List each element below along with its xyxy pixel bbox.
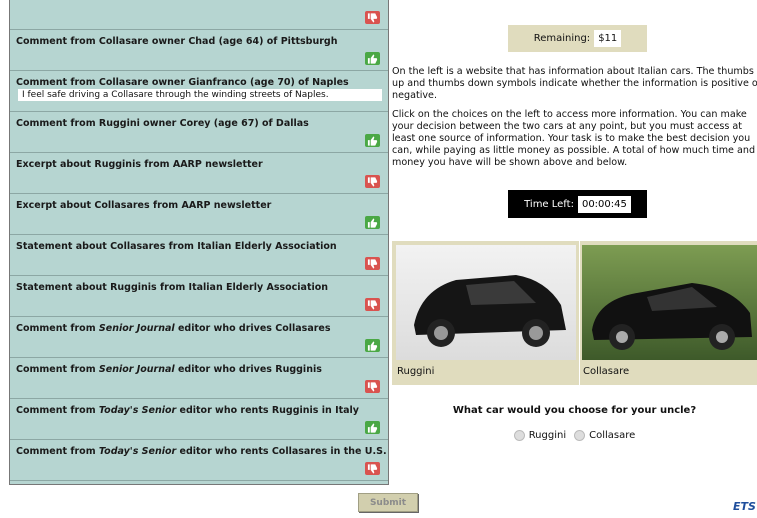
choice-options: Ruggini Collasare <box>392 430 757 441</box>
comment-item[interactable] <box>10 0 388 30</box>
instruction-line: money you have will be shown above and b… <box>392 156 628 168</box>
thumbs-up-icon <box>365 134 380 147</box>
time-left-value: 00:00:45 <box>577 195 631 213</box>
instruction-line: Click on the choices on the left to acce… <box>392 109 747 121</box>
comment-item[interactable]: Comment from Today's Senior editor who r… <box>10 399 388 440</box>
title-text: editor who drives Rugginis <box>174 364 322 375</box>
time-left-label: Time Left: <box>524 198 574 210</box>
instructions-paragraph: Click on the choices on the left to acce… <box>392 109 757 168</box>
thumbs-up-icon <box>365 216 380 229</box>
title-text: editor who drives Collasares <box>174 323 331 334</box>
collasare-radio[interactable]: Collasare <box>574 430 635 441</box>
radio-button[interactable] <box>574 430 586 441</box>
instructions-paragraph: On the left is a website that has inform… <box>392 66 757 101</box>
title-text: Comment from <box>16 323 99 334</box>
comment-item[interactable]: Comment from Today's Senior editor who r… <box>10 440 388 481</box>
comment-title: Comment from Senior Journal editor who d… <box>16 364 322 375</box>
remaining-money-display: Remaining: $11 <box>508 25 647 52</box>
comment-item[interactable]: Comment from Senior Journal editor who d… <box>10 358 388 399</box>
thumbs-down-icon <box>365 298 380 311</box>
comment-item[interactable]: Comment from Senior Journal editor who d… <box>10 317 388 358</box>
title-text: editor who rents Collasares in the U.S. <box>176 446 387 457</box>
comment-title: Statement about Rugginis from Italian El… <box>16 282 329 293</box>
thumbs-down-icon <box>365 175 380 188</box>
remaining-value: $11 <box>594 30 622 47</box>
comment-title: Comment from Today's Senior editor who r… <box>16 446 387 457</box>
title-text: Comment from <box>16 446 99 457</box>
publication-name: Senior Journal <box>98 323 175 334</box>
comment-title: Excerpt about Rugginis from AARP newslet… <box>16 159 263 170</box>
thumbs-up-icon <box>365 421 380 434</box>
comment-title: Statement about Collasares from Italian … <box>16 241 337 252</box>
instruction-line: least one source of information. Your ta… <box>392 132 751 144</box>
option-label: Ruggini <box>528 430 567 441</box>
comment-item[interactable]: Statement about Rugginis from Italian El… <box>10 276 388 317</box>
publication-name: Today's Senior <box>98 405 177 416</box>
thumbs-up-icon <box>365 339 380 352</box>
publication-name: Senior Journal <box>98 364 175 375</box>
thumbs-down-icon <box>365 11 380 24</box>
comment-item[interactable]: Comment from Ruggini owner Corey (age 67… <box>10 112 388 153</box>
comment-quote: I feel safe driving a Collasare through … <box>18 89 382 101</box>
submit-button[interactable]: Submit <box>358 493 418 512</box>
comment-item-expanded[interactable]: Comment from Collasare owner Gianfranco … <box>10 71 388 112</box>
instruction-line: negative. <box>392 89 438 101</box>
comment-title: Comment from Collasare owner Chad (age 6… <box>16 36 338 47</box>
thumbs-down-icon <box>365 380 380 393</box>
instruction-line: your decision between the two cars at an… <box>392 121 743 133</box>
comment-title: Comment from Collasare owner Gianfranco … <box>16 77 349 88</box>
comment-title: Comment from Ruggini owner Corey (age 67… <box>16 118 309 129</box>
collasare-car-image <box>582 245 757 360</box>
ruggini-label: Ruggini <box>397 366 435 377</box>
comment-item[interactable]: Comment from Collasare owner Chad (age 6… <box>10 30 388 71</box>
instruction-line: On the left is a website that has inform… <box>392 66 754 77</box>
instruction-line: up and thumbs down symbols indicate whet… <box>392 77 757 89</box>
comment-title: Excerpt about Collasares from AARP newsl… <box>16 200 272 211</box>
ets-logo: ETS <box>733 500 756 513</box>
car-comparison-panel: Ruggini Collasare <box>392 241 757 385</box>
option-label: Collasare <box>589 430 636 441</box>
remaining-label: Remaining: <box>533 33 591 44</box>
car-divider <box>579 241 580 385</box>
ruggini-radio[interactable]: Ruggini <box>513 430 567 441</box>
title-text: Comment from <box>16 364 99 375</box>
thumbs-up-icon <box>365 52 380 65</box>
comment-title: Comment from Senior Journal editor who d… <box>16 323 331 334</box>
comment-item[interactable]: Excerpt about Rugginis from AARP newslet… <box>10 153 388 194</box>
thumbs-down-icon <box>365 257 380 270</box>
radio-button[interactable] <box>513 430 525 441</box>
title-text: Comment from <box>16 405 99 416</box>
choice-question: What car would you choose for your uncle… <box>452 405 697 416</box>
ruggini-car-image <box>396 245 576 360</box>
title-text: editor who rents Rugginis in Italy <box>176 405 360 416</box>
thumbs-down-icon <box>365 462 380 475</box>
instruction-line: can, while paying as little money as pos… <box>392 144 756 156</box>
collasare-label: Collasare <box>583 366 630 377</box>
comment-item[interactable]: Statement about Collasares from Italian … <box>10 235 388 276</box>
publication-name: Today's Senior <box>98 446 177 457</box>
time-left-display: Time Left: 00:00:45 <box>508 190 647 218</box>
comment-title: Comment from Today's Senior editor who r… <box>16 405 359 416</box>
instructions-text: On the left is a website that has inform… <box>392 66 757 176</box>
comments-panel: Comment from Collasare owner Chad (age 6… <box>9 0 389 485</box>
comment-item[interactable]: Excerpt about Collasares from AARP newsl… <box>10 194 388 235</box>
